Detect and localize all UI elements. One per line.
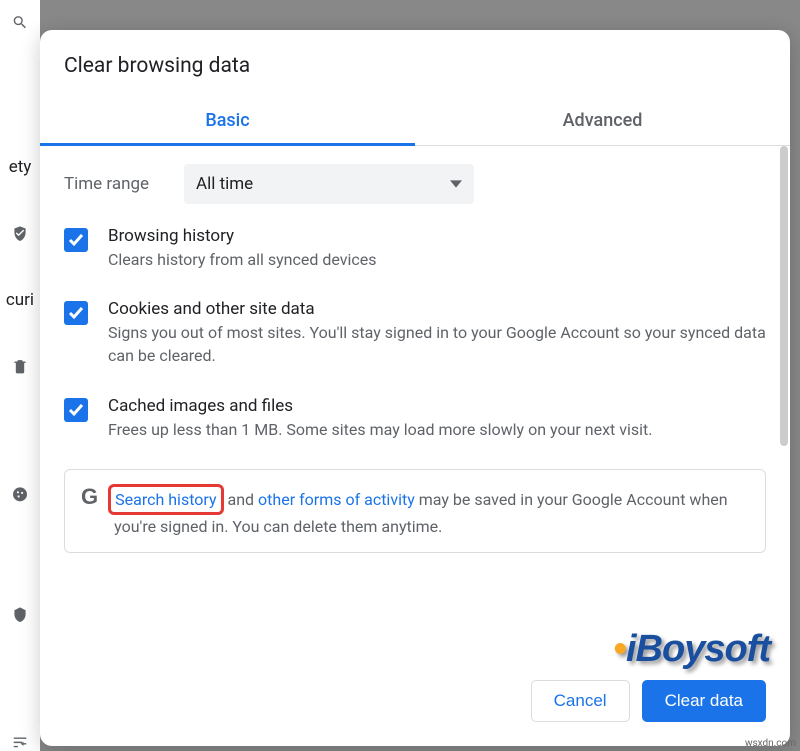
time-range-row: Time range All time bbox=[64, 164, 766, 204]
cache-title: Cached images and files bbox=[108, 396, 652, 416]
time-range-select[interactable]: All time bbox=[184, 164, 474, 204]
dialog-content: Time range All time Browsing history Cle… bbox=[40, 146, 790, 662]
cookies-desc: Signs you out of most sites. You'll stay… bbox=[108, 321, 766, 367]
search-history-highlight: Search history bbox=[108, 484, 223, 515]
cache-desc: Frees up less than 1 MB. Some sites may … bbox=[108, 418, 652, 441]
browsing-history-desc: Clears history from all synced devices bbox=[108, 248, 377, 271]
chevron-down-icon bbox=[450, 178, 462, 190]
trash-icon bbox=[9, 358, 31, 375]
security-icon bbox=[9, 606, 31, 623]
cookies-row: Cookies and other site data Signs you ou… bbox=[64, 299, 766, 367]
source-mark: wsxdn.com bbox=[745, 738, 796, 749]
cookies-checkbox[interactable] bbox=[64, 301, 88, 325]
browsing-history-checkbox[interactable] bbox=[64, 228, 88, 252]
google-icon: G bbox=[81, 484, 98, 510]
check-icon bbox=[68, 305, 84, 321]
tab-bar: Basic Advanced bbox=[40, 96, 790, 146]
search-history-link[interactable]: Search history bbox=[115, 490, 216, 509]
cookie-icon bbox=[9, 486, 31, 503]
search-icon bbox=[9, 14, 31, 31]
clear-data-button[interactable]: Clear data bbox=[642, 680, 766, 722]
google-account-info: G Search history and other forms of acti… bbox=[64, 469, 766, 553]
cache-checkbox[interactable] bbox=[64, 398, 88, 422]
tune-icon bbox=[9, 734, 31, 751]
clear-browsing-data-dialog: Clear browsing data Basic Advanced Time … bbox=[40, 30, 790, 746]
info-text: Search history and other forms of activi… bbox=[114, 484, 749, 538]
settings-background: ety curi bbox=[0, 0, 40, 751]
time-range-value: All time bbox=[196, 174, 253, 194]
dialog-title: Clear browsing data bbox=[40, 30, 790, 96]
cancel-button[interactable]: Cancel bbox=[531, 680, 630, 722]
check-icon bbox=[68, 232, 84, 248]
dialog-footer: Cancel Clear data bbox=[40, 662, 790, 746]
check-icon bbox=[68, 402, 84, 418]
other-activity-link[interactable]: other forms of activity bbox=[258, 490, 415, 509]
browsing-history-title: Browsing history bbox=[108, 226, 377, 246]
cookies-title: Cookies and other site data bbox=[108, 299, 766, 319]
tab-advanced[interactable]: Advanced bbox=[415, 96, 790, 145]
browsing-history-row: Browsing history Clears history from all… bbox=[64, 226, 766, 271]
time-range-label: Time range bbox=[64, 174, 184, 194]
scrollbar[interactable] bbox=[780, 146, 788, 446]
tab-basic[interactable]: Basic bbox=[40, 96, 415, 145]
shield-icon bbox=[9, 225, 31, 242]
cache-row: Cached images and files Frees up less th… bbox=[64, 396, 766, 441]
